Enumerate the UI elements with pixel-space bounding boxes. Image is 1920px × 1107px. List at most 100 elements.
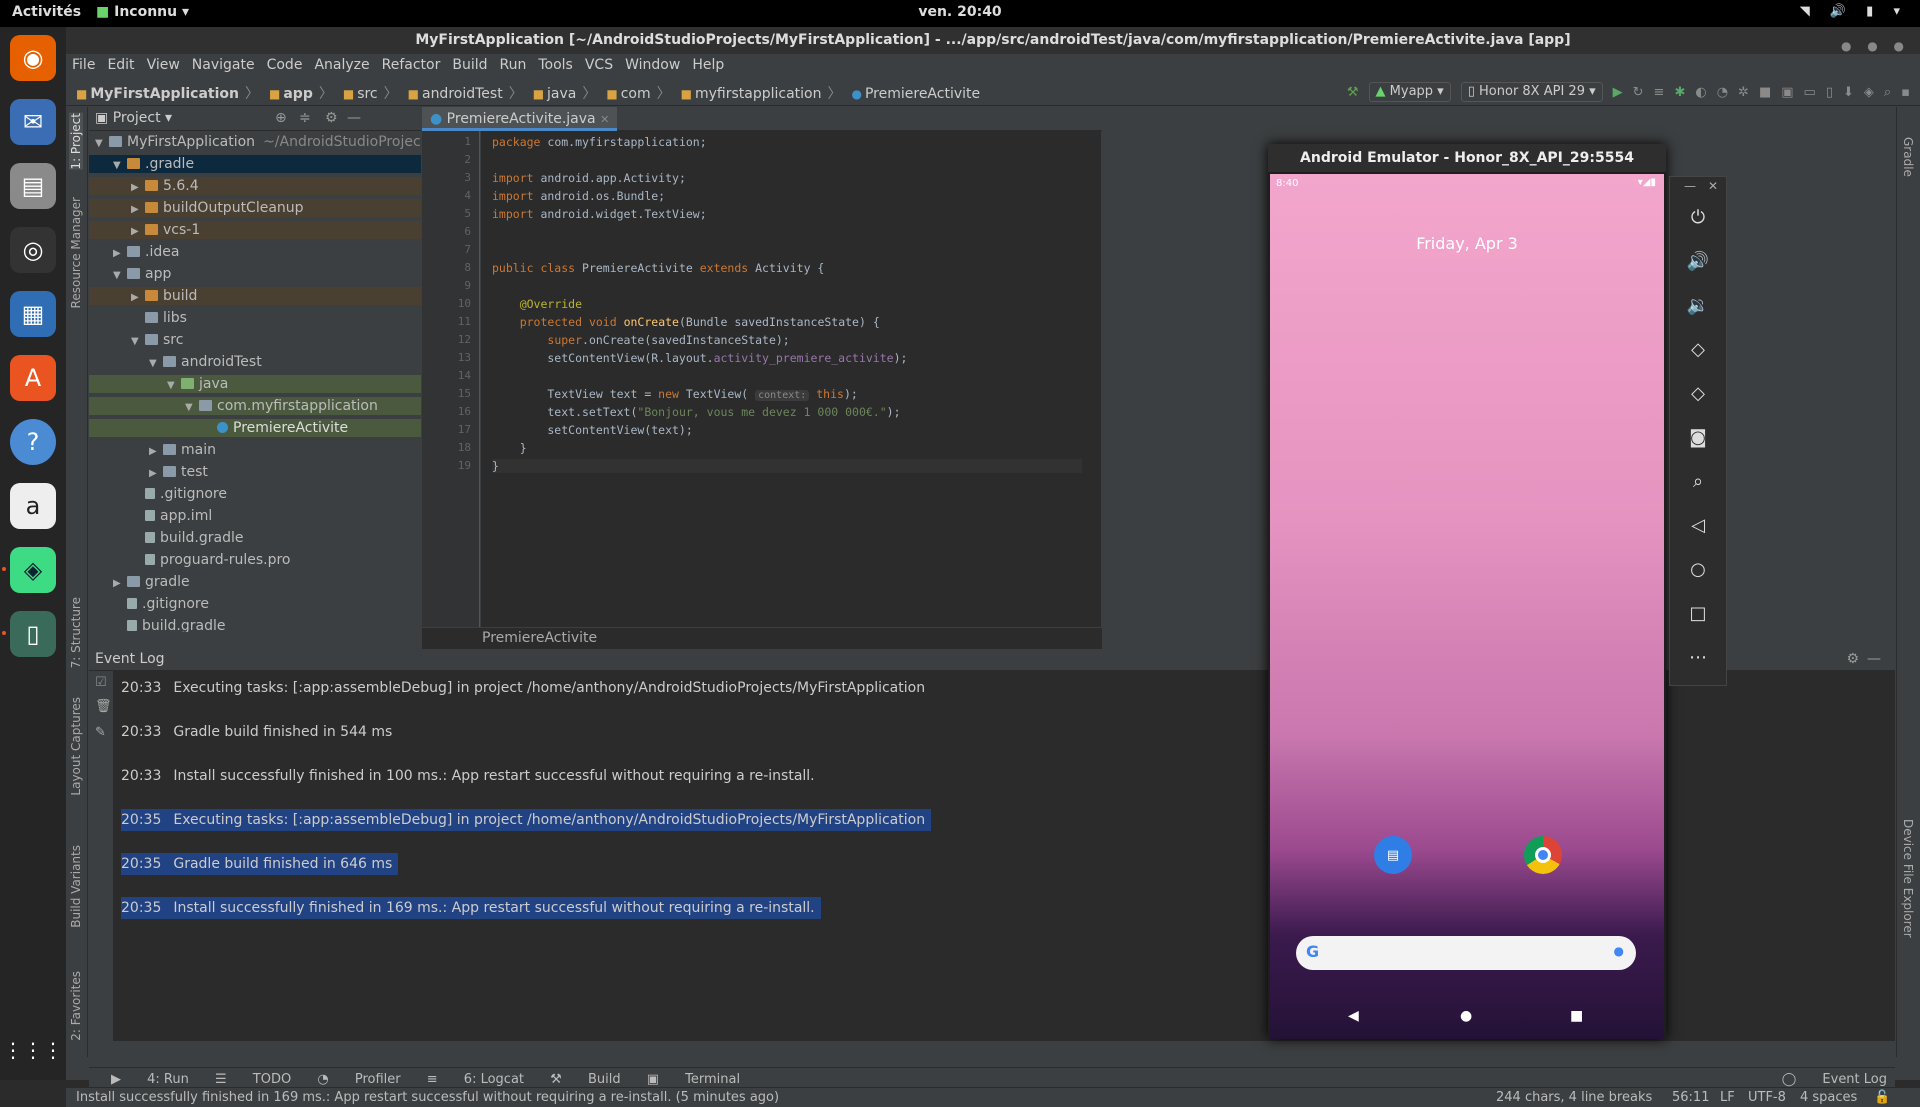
event-log-entry[interactable]: 20:35 Executing tasks: [:app:assembleDebu…: [121, 809, 932, 831]
power-icon[interactable]: ⏻: [1670, 207, 1726, 228]
collapse-icon[interactable]: ≑: [299, 110, 311, 126]
tree-item[interactable]: ▶ build: [89, 287, 421, 305]
menu-run[interactable]: Run: [494, 54, 533, 73]
run-icon[interactable]: ▶: [1613, 85, 1623, 100]
search-icon[interactable]: ⌕: [1884, 85, 1891, 100]
collapse-arrow-icon[interactable]: ▼: [149, 355, 163, 373]
debug-icon[interactable]: ✱: [1674, 85, 1685, 100]
event-log-entry[interactable]: 20:35 Gradle build finished in 646 ms: [121, 853, 399, 875]
minimize-icon[interactable]: —: [1684, 179, 1696, 193]
android-studio-icon[interactable]: ◈: [10, 547, 56, 593]
system-tray[interactable]: ◥ 🔊 ▮ ▾: [1800, 4, 1908, 19]
zoom-icon[interactable]: ⌕: [1670, 471, 1726, 492]
writer-icon[interactable]: ▦: [10, 291, 56, 337]
tab-premiere-activite[interactable]: ● PremiereActivite.java ✕: [422, 107, 618, 131]
tab-favorites[interactable]: 2: Favorites: [69, 971, 83, 1041]
menu-navigate[interactable]: Navigate: [186, 54, 261, 73]
tab-resource-manager[interactable]: Resource Manager: [69, 197, 83, 308]
tab-todo[interactable]: ☰ TODO: [215, 1070, 291, 1087]
locate-icon[interactable]: ⊕: [275, 110, 287, 126]
emulator-icon[interactable]: ▯: [10, 611, 56, 657]
tab-profiler[interactable]: ◔ Profiler: [317, 1070, 400, 1087]
more-icon[interactable]: ⋯: [1670, 647, 1726, 668]
event-log-entry[interactable]: 20:33 Gradle build finished in 544 ms: [121, 721, 392, 743]
messages-icon[interactable]: ▤: [1374, 836, 1412, 874]
tab-build-variants[interactable]: Build Variants: [69, 845, 83, 928]
menu-view[interactable]: View: [141, 54, 186, 73]
thunderbird-icon[interactable]: ✉: [10, 99, 56, 145]
collapse-arrow-icon[interactable]: ▼: [95, 135, 109, 153]
event-log-entry[interactable]: 20:33 Install successfully finished in 10…: [121, 765, 815, 787]
tree-item[interactable]: ▼ src: [89, 331, 421, 349]
collapse-arrow-icon[interactable]: ▼: [113, 157, 127, 175]
collapse-arrow-icon[interactable]: ▼: [185, 399, 199, 417]
files-icon[interactable]: ▤: [10, 163, 56, 209]
home-icon[interactable]: ●: [1460, 1008, 1472, 1024]
tree-item[interactable]: .gitignore: [89, 485, 421, 503]
collapse-arrow-icon[interactable]: ▼: [167, 377, 181, 395]
tree-item[interactable]: build.gradle: [89, 617, 421, 632]
expand-arrow-icon[interactable]: ▶: [113, 245, 127, 263]
rotate-left-icon[interactable]: ◇: [1670, 339, 1726, 360]
expand-arrow-icon[interactable]: ▶: [131, 223, 145, 241]
tree-item[interactable]: ▼ MyFirstApplication ~/AndroidStudioProjec: [89, 133, 421, 151]
tab-build[interactable]: ⚒ Build: [550, 1070, 620, 1087]
breadcrumb-app[interactable]: ■ app 〉: [259, 83, 333, 103]
close-tab-icon[interactable]: ✕: [600, 113, 609, 126]
tab-device-file-explorer[interactable]: Device File Explorer: [1901, 819, 1915, 938]
tree-item[interactable]: ▼ androidTest: [89, 353, 421, 371]
google-search-bar[interactable]: G ●: [1296, 936, 1636, 970]
tree-item[interactable]: libs: [89, 309, 421, 327]
menu-edit[interactable]: Edit: [101, 54, 140, 73]
menu-window[interactable]: Window: [619, 54, 686, 73]
tab-structure[interactable]: 7: Structure: [69, 597, 83, 668]
apply-changes-icon[interactable]: ↻: [1633, 85, 1644, 100]
sdk-manager-icon[interactable]: ⬇: [1843, 85, 1854, 100]
breadcrumb-class[interactable]: ● PremiereActivite: [841, 86, 980, 102]
menu-analyze[interactable]: Analyze: [308, 54, 375, 73]
tree-item[interactable]: PremiereActivite: [89, 419, 421, 437]
camera-icon[interactable]: ◙: [1670, 427, 1726, 448]
tree-item[interactable]: app.iml: [89, 507, 421, 525]
tree-item[interactable]: proguard-rules.pro: [89, 551, 421, 569]
tree-item[interactable]: ▶ gradle: [89, 573, 421, 591]
expand-arrow-icon[interactable]: ▶: [149, 443, 163, 461]
show-apps-icon[interactable]: ⋮⋮⋮: [3, 1027, 63, 1073]
event-log-entry[interactable]: 20:35 Install successfully finished in 16…: [121, 897, 821, 919]
home-date[interactable]: Friday, Apr 3: [1270, 234, 1664, 253]
lock-icon[interactable]: 🔓: [1874, 1090, 1890, 1105]
status-message[interactable]: Install successfully finished in 169 ms.…: [76, 1090, 779, 1105]
user-icon[interactable]: ▪: [1901, 85, 1910, 100]
tree-item[interactable]: build.gradle: [89, 529, 421, 547]
attach-debugger-icon[interactable]: ✲: [1738, 85, 1749, 100]
tree-item[interactable]: ▶ buildOutputCleanup: [89, 199, 421, 217]
tab-layout-captures[interactable]: Layout Captures: [69, 697, 83, 796]
event-log-entry[interactable]: 20:33 Executing tasks: [:app:assembleDebu…: [121, 677, 925, 699]
assistant-icon[interactable]: ●: [1614, 944, 1624, 958]
menu-file[interactable]: File: [66, 54, 101, 73]
editor-breadcrumb[interactable]: PremiereActivite: [422, 627, 1102, 649]
help-icon[interactable]: ?: [10, 419, 56, 465]
project-structure-icon[interactable]: ▭: [1804, 85, 1816, 100]
tab-event-log[interactable]: ◯ Event Log: [1782, 1070, 1887, 1087]
expand-arrow-icon[interactable]: ▶: [131, 289, 145, 307]
firefox-icon[interactable]: ◉: [10, 35, 56, 81]
device-select[interactable]: ▯ Honor 8X API 29 ▾: [1460, 82, 1603, 102]
back-icon[interactable]: ◁: [1670, 515, 1726, 536]
overview-icon[interactable]: □: [1670, 603, 1726, 624]
tree-item[interactable]: ▶ main: [89, 441, 421, 459]
breadcrumb-java[interactable]: ■ java 〉: [523, 83, 597, 103]
tree-item[interactable]: .gitignore: [89, 595, 421, 613]
indent-setting[interactable]: 4 spaces: [1800, 1090, 1857, 1105]
settings-gear-icon[interactable]: ⚙: [325, 110, 338, 126]
run-config-select[interactable]: ▲ Myapp ▾: [1368, 82, 1451, 102]
close-icon[interactable]: ✕: [1708, 179, 1718, 193]
tab-terminal[interactable]: ▣ Terminal: [647, 1070, 740, 1087]
coverage-icon[interactable]: ◐: [1695, 85, 1706, 100]
expand-arrow-icon[interactable]: ▶: [149, 465, 163, 483]
tab-project[interactable]: 1: Project: [69, 113, 83, 170]
tab-logcat[interactable]: ≡ 6: Logcat: [427, 1070, 524, 1087]
amazon-icon[interactable]: a: [10, 483, 56, 529]
tree-item[interactable]: ▶ 5.6.4: [89, 177, 421, 195]
menu-vcs[interactable]: VCS: [579, 54, 619, 73]
